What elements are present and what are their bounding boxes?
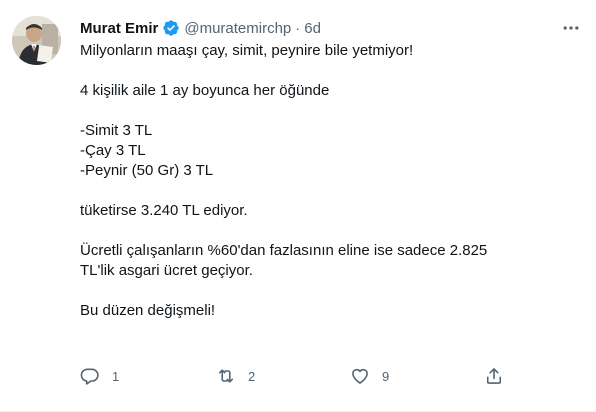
reply-button[interactable]: 1: [80, 365, 119, 387]
avatar[interactable]: [12, 16, 61, 65]
retweet-button[interactable]: 2: [216, 365, 255, 387]
tweet-line-blank: [80, 281, 576, 301]
avatar-image: [12, 16, 61, 65]
more-options-button[interactable]: [560, 18, 582, 38]
retweet-count: 2: [248, 368, 256, 384]
verified-badge-icon: [162, 19, 180, 37]
tweet-line: -Peynir (50 Gr) 3 TL: [80, 162, 214, 179]
tweet-line: -Çay 3 TL: [80, 142, 146, 159]
reply-count: 1: [112, 368, 120, 384]
like-count: 9: [382, 368, 390, 384]
separator-dot: ·: [295, 19, 301, 37]
tweet[interactable]: Murat Emir @muratemirchp · 6d Milyonları…: [0, 0, 596, 412]
tweet-line-blank: [80, 221, 576, 241]
timestamp[interactable]: 6d: [304, 20, 321, 37]
tweet-line: tüketirse 3.240 TL ediyor.: [80, 202, 248, 219]
tweet-line: Milyonların maaşı çay, simit, peynire bi…: [80, 42, 414, 59]
reply-icon: [80, 368, 99, 385]
display-name[interactable]: Murat Emir: [80, 20, 158, 37]
handle[interactable]: @muratemirchp: [184, 20, 291, 37]
tweet-line: -Simit 3 TL: [80, 122, 153, 139]
tweet-actions: 1 2 9: [80, 365, 520, 387]
tweet-text: Milyonların maaşı çay, simit, peynire bi…: [80, 41, 576, 321]
tweet-line-blank: [80, 181, 576, 201]
tweet-line-blank: [80, 101, 576, 121]
share-button[interactable]: [484, 365, 504, 387]
retweet-icon: [218, 369, 234, 383]
share-icon: [486, 368, 502, 384]
heart-icon: [352, 368, 368, 384]
tweet-line: 4 kişilik aile 1 ay boyunca her öğünde: [80, 82, 330, 99]
like-button[interactable]: 9: [350, 365, 389, 387]
tweet-line: Ücretli çalışanların %60'dan fazlasının …: [80, 242, 488, 259]
more-dots-icon: [563, 26, 579, 30]
tweet-line: Bu düzen değişmeli!: [80, 302, 216, 319]
tweet-line: TL'lik asgari ücret geçiyor.: [80, 262, 253, 279]
tweet-line-blank: [80, 61, 576, 81]
tweet-header: Murat Emir @muratemirchp · 6d: [80, 17, 321, 39]
